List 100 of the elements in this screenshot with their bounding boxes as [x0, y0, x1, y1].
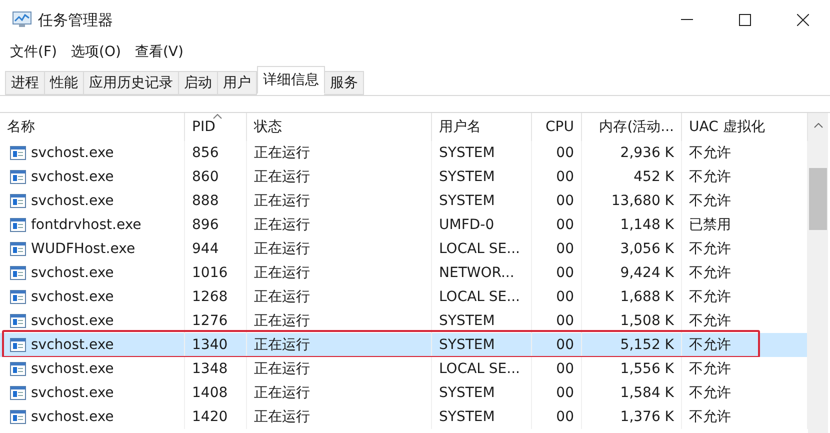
table-row[interactable]: svchost.exe 1340 正在运行 SYSTEM 00 5,152 K 不允许: [0, 333, 808, 357]
table-cell-text: svchost.exe: [31, 360, 114, 378]
table-cell-text: svchost.exe: [31, 168, 114, 186]
window-icon: [10, 386, 26, 400]
table-cell-text: SYSTEM: [439, 312, 495, 330]
table-cell-text: 不允许: [689, 288, 731, 306]
table-cell-text: 13,680 K: [611, 192, 674, 210]
table-cell-text: 00: [556, 192, 574, 210]
table-cell-text: 2,936 K: [620, 144, 674, 162]
window-icon: [10, 170, 26, 184]
table-cell-text: 不允许: [689, 408, 731, 426]
table-cell-text: 00: [556, 360, 574, 378]
menu-item[interactable]: 文件(F): [10, 42, 57, 62]
table-cell-text: 不允许: [689, 384, 731, 402]
table-cell-text: 正在运行: [254, 360, 310, 378]
table-cell-text: 正在运行: [254, 144, 310, 162]
window-icon: [10, 146, 26, 160]
table-cell-text: 1340: [192, 336, 228, 354]
table-cell-text: 正在运行: [254, 312, 310, 330]
monitor-chart-icon: [12, 11, 32, 29]
table-cell-text: svchost.exe: [31, 384, 114, 402]
window-icon: [10, 194, 26, 208]
table-cell-text: SYSTEM: [439, 336, 495, 354]
table-cell-text: 944: [192, 240, 219, 258]
table-cell-text: 00: [556, 288, 574, 306]
scroll-thumb[interactable]: [809, 168, 827, 230]
table-cell-text: svchost.exe: [31, 288, 114, 306]
table-cell-text: 不允许: [689, 168, 731, 186]
table-cell-text: 00: [556, 240, 574, 258]
table-cell-text: LOCAL SE...: [439, 288, 520, 306]
table-cell-text: 3,056 K: [620, 240, 674, 258]
table-cell-text: 896: [192, 216, 219, 234]
table-cell-text: LOCAL SE...: [439, 240, 520, 258]
table-cell-text: SYSTEM: [439, 168, 495, 186]
table-cell-text: svchost.exe: [31, 312, 114, 330]
table-cell-text: svchost.exe: [31, 192, 114, 210]
table-cell-text: 860: [192, 168, 219, 186]
table-cell-text: 正在运行: [254, 264, 310, 282]
table-cell-text: 正在运行: [254, 288, 310, 306]
table-cell-text: 1276: [192, 312, 228, 330]
table-cell-text: 1,376 K: [620, 408, 674, 426]
table-cell-text: 888: [192, 192, 219, 210]
table-cell-text: 1,508 K: [620, 312, 674, 330]
table-cell-text: 9,424 K: [620, 264, 674, 282]
tab[interactable]: 应用历史记录: [83, 71, 179, 95]
table-cell-text: 不允许: [689, 144, 731, 162]
tab[interactable]: 性能: [44, 71, 84, 95]
table-cell-text: 1408: [192, 384, 228, 402]
table-row[interactable]: svchost.exe 1348 正在运行 LOCAL SE... 00 1,556 K 不允许: [0, 357, 808, 381]
window-icon: [10, 362, 26, 376]
table-cell-text: 856: [192, 144, 219, 162]
table-cell-text: svchost.exe: [31, 264, 114, 282]
table-cell-text: 1268: [192, 288, 228, 306]
tab[interactable]: 进程: [5, 71, 45, 95]
table-cell-text: 不允许: [689, 360, 731, 378]
scroll-up-icon: [814, 123, 822, 128]
table-cell-text: 00: [556, 312, 574, 330]
table-cell-text: NETWOR...: [439, 264, 514, 282]
table-cell-text: 00: [556, 264, 574, 282]
window-icon: [10, 242, 26, 256]
scrollbar[interactable]: [808, 113, 828, 433]
menu-item[interactable]: 查看(V): [134, 42, 184, 62]
table-cell-text: 452 K: [634, 168, 674, 186]
menu-item[interactable]: 选项(O): [70, 42, 121, 62]
table-cell-text: svchost.exe: [31, 336, 114, 354]
tab[interactable]: 启动: [178, 71, 218, 95]
window-icon: [10, 266, 26, 280]
table-cell-text: SYSTEM: [439, 144, 495, 162]
window-icon: [10, 338, 26, 352]
table-cell-text: 不允许: [689, 312, 731, 330]
table-cell-text: fontdrvhost.exe: [31, 216, 142, 234]
table-cell-text: WUDFHost.exe: [31, 240, 136, 258]
table-cell-text: 1420: [192, 408, 228, 426]
tab[interactable]: 用户: [217, 71, 257, 95]
table-cell-text: 5,152 K: [620, 336, 674, 354]
table-cell-text: 1016: [192, 264, 228, 282]
table-cell-text: 00: [556, 384, 574, 402]
table-cell-text: 正在运行: [254, 192, 310, 210]
table-cell-text: 1348: [192, 360, 228, 378]
close-icon: [797, 14, 809, 26]
table-cell-text: 正在运行: [254, 168, 310, 186]
tab[interactable]: 服务: [324, 71, 364, 95]
table-cell-text: UMFD-0: [439, 216, 494, 234]
table-cell-text: svchost.exe: [31, 408, 114, 426]
table-cell-text: svchost.exe: [31, 144, 114, 162]
tab[interactable]: 详细信息: [257, 66, 325, 94]
table-cell-text: SYSTEM: [439, 384, 495, 402]
minimize-icon: [681, 19, 693, 21]
table-cell-text: 不允许: [689, 336, 731, 354]
table-cell-text: 正在运行: [254, 240, 310, 258]
table-cell-text: 不允许: [689, 240, 731, 258]
table-cell-text: LOCAL SE...: [439, 360, 520, 378]
table-cell-text: 正在运行: [254, 336, 310, 354]
table-cell-text: 1,556 K: [620, 360, 674, 378]
table-cell-text: 1,584 K: [620, 384, 674, 402]
table-cell-text: 不允许: [689, 192, 731, 210]
window-title: 任务管理器: [38, 10, 113, 31]
table-cell-text: 不允许: [689, 264, 731, 282]
window-icon: [10, 218, 26, 232]
table-cell-text: SYSTEM: [439, 192, 495, 210]
